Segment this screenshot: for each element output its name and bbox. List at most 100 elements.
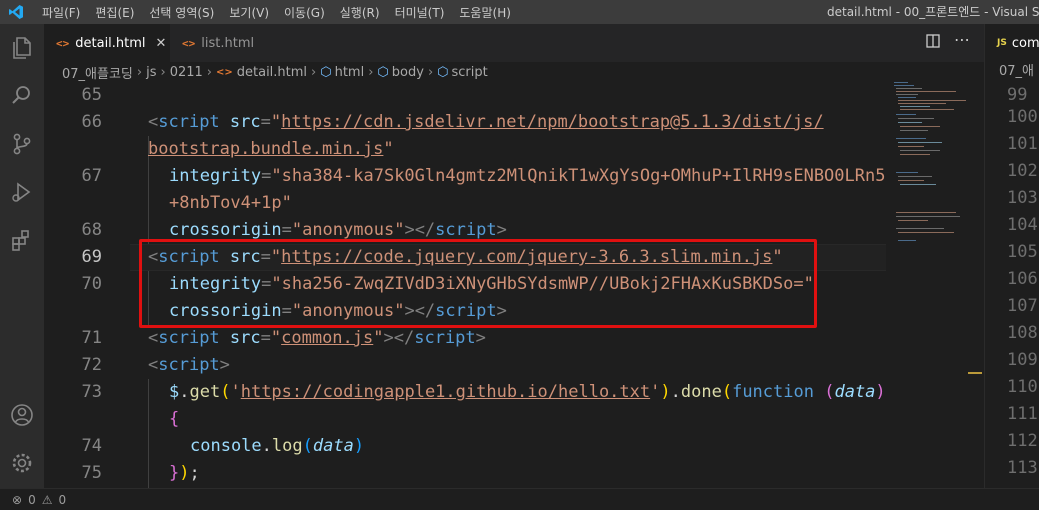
line-number: 101 — [1007, 134, 1038, 154]
menu-go[interactable]: 이동(G) — [284, 4, 325, 21]
js-file-icon: JS — [997, 38, 1007, 48]
code-link: https://cdn.jsdelivr.net/npm/bootstrap@5… — [281, 112, 824, 132]
line-number: 72 — [81, 355, 102, 375]
code-line-66-wrap: bootstrap.bundle.min.js" — [148, 139, 394, 159]
menu-bar: 파일(F) 편집(E) 선택 영역(S) 보기(V) 이동(G) 실행(R) 터… — [42, 0, 526, 24]
code-line-75: }); — [169, 463, 200, 483]
chevron-right-icon: › — [160, 64, 166, 80]
close-icon[interactable]: ✕ — [156, 36, 167, 51]
line-number: 106 — [1007, 269, 1038, 289]
breadcrumb-symbol-script[interactable]: script — [452, 65, 488, 80]
html-file-icon: <> — [56, 36, 70, 50]
warning-icon[interactable]: ⚠ — [42, 493, 53, 507]
code-line-73: $.get('https://codingapple1.github.io/he… — [169, 382, 886, 402]
code-line-67: integrity="sha384-ka7Sk0Gln4gmtz2MlQnikT… — [169, 166, 886, 186]
more-actions-icon[interactable]: ⋯ — [954, 30, 970, 49]
line-number-gutter: 65 66 67 68 69 70 71 72 73 74 75 — [44, 82, 130, 488]
breadcrumb-symbol-html[interactable]: html — [335, 65, 365, 80]
source-control-icon[interactable] — [8, 130, 36, 158]
breadcrumb-symbol-body[interactable]: body — [392, 65, 424, 80]
tab-detail-html[interactable]: <> detail.html ✕ — [44, 24, 170, 62]
line-number: 110 — [1007, 377, 1038, 397]
title-bar: 파일(F) 편집(E) 선택 영역(S) 보기(V) 이동(G) 실행(R) 터… — [0, 0, 1039, 24]
split-breadcrumb[interactable]: 07_애 — [999, 62, 1034, 82]
line-number: 112 — [1007, 431, 1038, 451]
breadcrumb: 07_애플코딩 › js › 0211 › <> detail.html › ⬡… — [44, 62, 984, 82]
tab-common-js[interactable]: JS com — [985, 24, 1039, 62]
chevron-right-icon: › — [368, 64, 374, 80]
code-line-66: <script src="https://cdn.jsdelivr.net/np… — [148, 112, 824, 132]
status-bar: ⊗ 0 ⚠ 0 — [0, 488, 1039, 510]
settings-gear-icon[interactable] — [8, 449, 36, 477]
code-link: common.js — [281, 328, 374, 348]
code-line-72: <script> — [148, 355, 230, 375]
line-number: 102 — [1007, 161, 1038, 181]
editor-tabs: <> detail.html ✕ <> list.html ⋯ — [44, 24, 984, 62]
split-editor[interactable]: JS com 07_애 99 100 101 102 103 104 105 1… — [984, 24, 1039, 488]
line-number: 100 — [1007, 107, 1038, 127]
vscode-logo-icon — [9, 5, 23, 19]
menu-view[interactable]: 보기(V) — [229, 4, 269, 21]
line-number: 107 — [1007, 296, 1038, 316]
chevron-right-icon: › — [136, 64, 143, 80]
split-editor-icon[interactable] — [926, 34, 940, 52]
line-number: 109 — [1007, 350, 1038, 370]
account-icon[interactable] — [8, 401, 36, 429]
html-file-icon: <> — [182, 36, 196, 50]
error-count[interactable]: 0 — [28, 493, 36, 507]
menu-selection[interactable]: 선택 영역(S) — [149, 4, 214, 21]
minimap[interactable] — [886, 82, 984, 488]
activity-bar — [0, 24, 44, 488]
line-number: 104 — [1007, 215, 1038, 235]
line-number: 68 — [81, 220, 102, 240]
symbol-cube-icon: ⬡ — [377, 64, 389, 80]
breadcrumb-folder-js[interactable]: js — [146, 65, 156, 80]
line-number: 70 — [81, 274, 102, 294]
symbol-cube-icon: ⬡ — [437, 64, 449, 80]
tab-label: com — [1011, 35, 1039, 51]
run-debug-icon[interactable] — [8, 178, 36, 206]
code-line-73-wrap: { — [169, 409, 180, 429]
line-number: 74 — [81, 436, 102, 456]
html-file-icon: <> — [215, 66, 233, 78]
symbol-cube-icon: ⬡ — [320, 64, 332, 80]
line-number: 75 — [81, 463, 102, 483]
line-number: 113 — [1007, 458, 1038, 478]
menu-file[interactable]: 파일(F) — [42, 4, 80, 21]
code-link: https://codingapple1.github.io/hello.txt — [240, 382, 651, 402]
highlight-box — [139, 239, 817, 328]
breadcrumb-folder-0211[interactable]: 0211 — [170, 65, 203, 80]
line-number-current: 69 — [81, 247, 102, 267]
code-line-74: console.log(data) — [190, 436, 365, 456]
line-number: 103 — [1007, 188, 1038, 208]
menu-help[interactable]: 도움말(H) — [459, 4, 511, 21]
line-number: 73 — [81, 382, 102, 402]
tab-list-html[interactable]: <> list.html — [170, 24, 290, 62]
menu-terminal[interactable]: 터미널(T) — [395, 4, 445, 21]
vscode-window: 파일(F) 편집(E) 선택 영역(S) 보기(V) 이동(G) 실행(R) 터… — [0, 0, 1039, 510]
chevron-right-icon: › — [206, 64, 212, 80]
menu-edit[interactable]: 편집(E) — [95, 4, 134, 21]
explorer-icon[interactable] — [8, 34, 36, 62]
code-link: bootstrap.bundle.min.js — [148, 139, 384, 159]
chevron-right-icon: › — [427, 64, 434, 80]
line-number: 67 — [81, 166, 102, 186]
menu-run[interactable]: 실행(R) — [340, 4, 380, 21]
breadcrumb-file[interactable]: detail.html — [237, 65, 307, 80]
line-number: 65 — [81, 85, 102, 105]
tab-label: list.html — [201, 35, 255, 51]
error-icon[interactable]: ⊗ — [12, 493, 22, 507]
extensions-icon[interactable] — [8, 226, 36, 254]
window-title: detail.html - 00_프론트엔드 - Visual Studio C… — [827, 5, 1039, 19]
line-number: 66 — [81, 112, 102, 132]
code-line-71: <script src="common.js"></script> — [148, 328, 486, 348]
code-line-67-wrap: +8nbTov4+1p" — [169, 193, 292, 213]
warning-count[interactable]: 0 — [58, 493, 66, 507]
tab-label: detail.html — [75, 35, 146, 51]
breadcrumb-folder-root[interactable]: 07_애플코딩 — [62, 63, 133, 82]
line-number: 71 — [81, 328, 102, 348]
line-number: 105 — [1007, 242, 1038, 262]
indent-guide — [148, 379, 149, 488]
line-number: 108 — [1007, 323, 1038, 343]
search-icon[interactable] — [8, 82, 36, 110]
